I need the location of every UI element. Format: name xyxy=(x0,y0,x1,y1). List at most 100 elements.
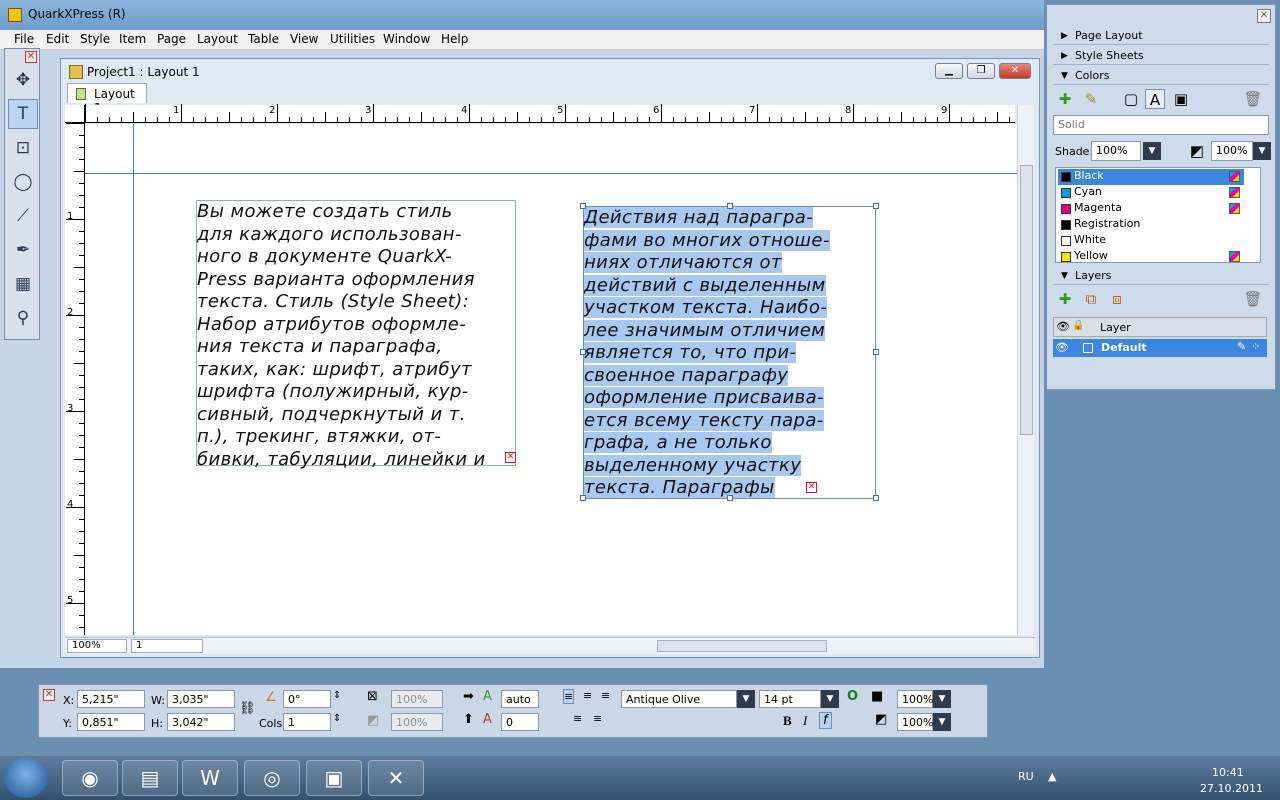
vertical-scroll-thumb[interactable] xyxy=(1020,165,1033,435)
box-opacity-field[interactable]: 100% xyxy=(391,713,443,731)
oval-tool-icon[interactable]: ◯ xyxy=(8,167,38,197)
resize-handle[interactable] xyxy=(873,349,879,355)
resize-handle[interactable] xyxy=(580,495,586,501)
restore-button[interactable]: ❐ xyxy=(967,63,995,79)
measurements-close-icon[interactable]: ✕ xyxy=(43,689,55,701)
taskbar-word-icon[interactable]: W xyxy=(182,760,238,796)
tracking-field[interactable]: 0 xyxy=(501,713,539,731)
menu-file[interactable]: File xyxy=(14,32,34,46)
align-right-icon[interactable]: ≡ xyxy=(601,689,610,702)
taskbar-save-icon[interactable]: ▣ xyxy=(306,760,362,796)
taskbar-folder-icon[interactable]: ▤ xyxy=(122,760,178,796)
text-shade-field[interactable]: 100% xyxy=(897,690,933,708)
menu-table[interactable]: Table xyxy=(248,32,279,46)
clock-date[interactable]: 27.10.2011 xyxy=(1200,782,1263,795)
background-color-icon[interactable]: ▣ xyxy=(1171,89,1191,109)
prev-box-icon[interactable]: ⬆ xyxy=(463,712,474,727)
menu-item[interactable]: Item xyxy=(119,32,146,46)
close-button[interactable]: ✕ xyxy=(999,63,1031,79)
align-force-icon[interactable]: ≡ xyxy=(593,712,602,725)
angle-stepper-icon[interactable]: ⇕ xyxy=(333,690,341,701)
tools-close-icon[interactable]: ✕ xyxy=(25,51,37,63)
delete-color-icon[interactable]: 🗑 xyxy=(1243,89,1263,109)
bold-icon[interactable]: B xyxy=(783,713,792,729)
text-box-2[interactable]: Действия над парагра-фами во многих отно… xyxy=(583,206,876,499)
text-color-icon[interactable]: A xyxy=(1145,89,1165,109)
opacity-field[interactable]: 100% xyxy=(1211,141,1253,161)
horizontal-ruler[interactable]: 1 2 3 4 5 6 7 8 9 xyxy=(85,104,1015,123)
text-shade-dropdown-icon[interactable]: ▼ xyxy=(933,690,951,708)
zoom-tool-icon[interactable]: ⚲ xyxy=(8,303,38,333)
edit-layer-icon[interactable]: ✎ xyxy=(1237,340,1246,353)
shade-field[interactable]: 100% xyxy=(1091,141,1141,161)
page-number-field[interactable]: 1 xyxy=(131,639,203,653)
angle-field[interactable]: 0° xyxy=(283,690,331,708)
show-hidden-icons[interactable]: ▲ xyxy=(1048,770,1056,783)
color-list-item[interactable]: White xyxy=(1058,233,1244,249)
item-tool-icon[interactable]: ✥ xyxy=(8,65,38,95)
resize-handle[interactable] xyxy=(873,495,879,501)
color-list-item[interactable]: Black xyxy=(1058,169,1244,185)
vertical-scrollbar[interactable] xyxy=(1017,105,1034,635)
type-styles-icon[interactable]: f xyxy=(819,712,832,729)
fill-type-select[interactable]: Solid xyxy=(1053,115,1269,135)
page-layout-header[interactable]: ▶ Page Layout xyxy=(1053,27,1269,45)
resize-handle[interactable] xyxy=(873,203,879,209)
minimize-button[interactable]: ▁ xyxy=(935,63,963,79)
resize-handle[interactable] xyxy=(580,203,586,209)
y-field[interactable]: 0,851" xyxy=(77,713,145,731)
colors-header[interactable]: ▼ Colors xyxy=(1053,67,1269,85)
taskbar-app-icon[interactable]: ◉ xyxy=(62,760,118,796)
move-to-layer-icon[interactable]: ⧉ xyxy=(1081,289,1101,309)
cols-stepper-icon[interactable]: ⇕ xyxy=(333,713,341,724)
leading-field[interactable]: auto xyxy=(501,690,539,708)
italic-icon[interactable]: I xyxy=(803,713,807,729)
box-shade-field[interactable]: 100% xyxy=(391,690,443,708)
layer-row-default[interactable]: 👁 Default ✎ ⁘ xyxy=(1053,339,1267,357)
resize-handle[interactable] xyxy=(727,203,733,209)
taskbar-chrome-icon[interactable]: ◎ xyxy=(244,760,300,796)
content-tool-icon[interactable]: T xyxy=(8,99,38,129)
cols-field[interactable]: 1 xyxy=(283,713,331,731)
ruler-origin[interactable] xyxy=(65,105,85,123)
line-tool-icon[interactable]: ⟋ xyxy=(8,201,38,231)
table-tool-icon[interactable]: ▦ xyxy=(8,269,38,299)
layer-options-icon[interactable]: ⁘ xyxy=(1251,340,1260,353)
link-proportions-icon[interactable]: ⛓ xyxy=(239,701,256,716)
align-center-icon[interactable]: ≡ xyxy=(583,689,592,702)
frame-color-icon[interactable]: ▢ xyxy=(1121,89,1141,109)
color-list-item[interactable]: Cyan xyxy=(1058,185,1244,201)
style-sheets-header[interactable]: ▶ Style Sheets xyxy=(1053,47,1269,65)
resize-handle[interactable] xyxy=(727,495,733,501)
color-list-item[interactable]: Magenta xyxy=(1058,201,1244,217)
merge-layers-icon[interactable]: ⧈ xyxy=(1107,289,1127,309)
layers-header[interactable]: ▼ Layers xyxy=(1053,267,1269,285)
x-field[interactable]: 5,215" xyxy=(77,690,145,708)
opacity-dropdown-icon[interactable]: ▼ xyxy=(1253,142,1271,160)
menu-edit[interactable]: Edit xyxy=(46,32,69,46)
text-color-swatch-icon[interactable]: ■ xyxy=(871,689,883,704)
horizontal-scroll-thumb[interactable] xyxy=(657,640,827,652)
palette-close-icon[interactable]: ✕ xyxy=(1257,9,1271,23)
menu-layout[interactable]: Layout xyxy=(197,32,238,46)
text-opacity-dropdown-icon[interactable]: ▼ xyxy=(933,713,951,731)
opentype-icon[interactable]: O xyxy=(847,689,858,704)
resize-handle[interactable] xyxy=(580,349,586,355)
shade-dropdown-icon[interactable]: ▼ xyxy=(1143,142,1161,160)
menu-utilities[interactable]: Utilities xyxy=(330,32,375,46)
menu-window[interactable]: Window xyxy=(383,32,430,46)
edit-color-icon[interactable]: ✎ xyxy=(1081,89,1101,109)
new-color-icon[interactable]: ✚ xyxy=(1055,89,1075,109)
zoom-field[interactable]: 100% xyxy=(67,639,127,653)
color-list-item[interactable]: Registration xyxy=(1058,217,1244,233)
taskbar-quark-icon[interactable]: ✕ xyxy=(368,760,424,796)
language-indicator[interactable]: RU xyxy=(1018,770,1034,783)
w-field[interactable]: 3,035" xyxy=(167,690,235,708)
menu-page[interactable]: Page xyxy=(157,32,186,46)
font-dropdown-icon[interactable]: ▼ xyxy=(737,690,755,708)
align-justify-icon[interactable]: ≡ xyxy=(573,712,582,725)
pen-tool-icon[interactable]: ✒ xyxy=(8,235,38,265)
menu-view[interactable]: View xyxy=(290,32,318,46)
picture-box-tool-icon[interactable]: ⊡ xyxy=(8,133,38,163)
new-layer-icon[interactable]: ✚ xyxy=(1055,289,1075,309)
